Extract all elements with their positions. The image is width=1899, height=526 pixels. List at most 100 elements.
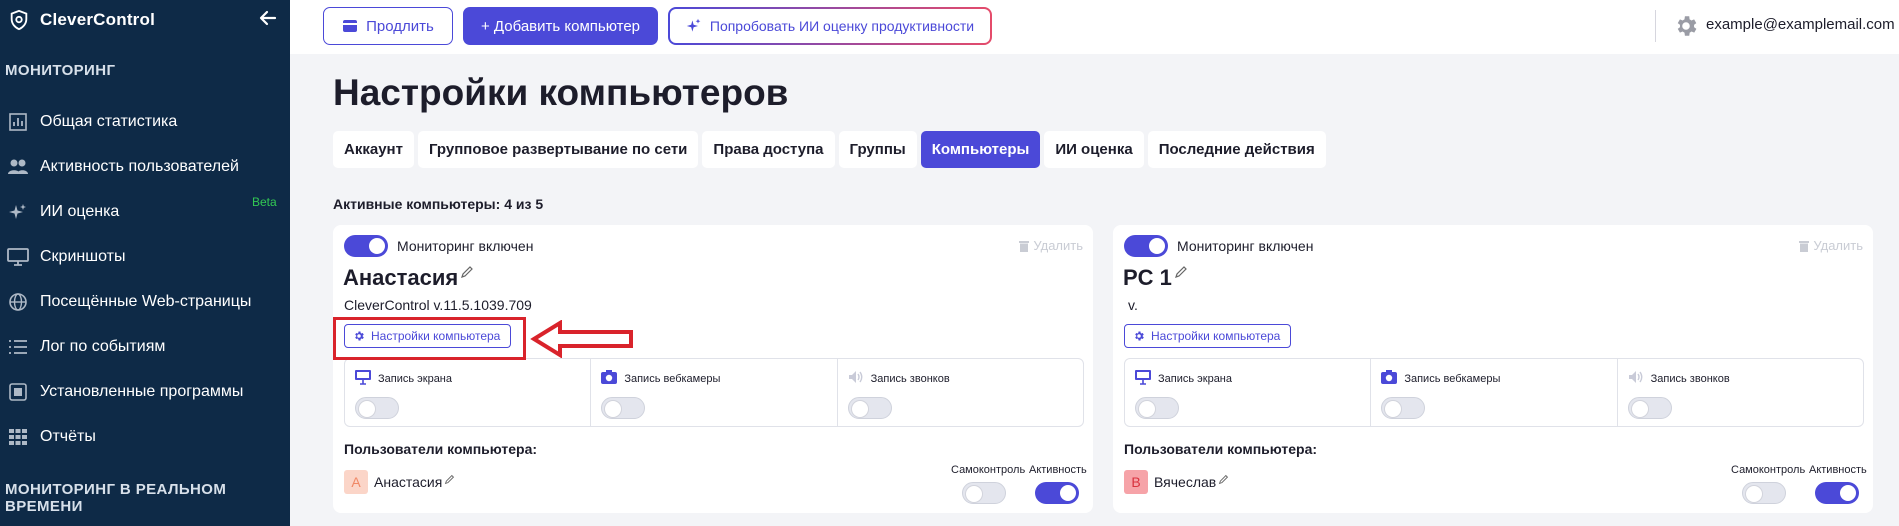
topbar: Продлить + Добавить компьютер Попробоват…: [290, 0, 1899, 54]
grid-icon: [7, 426, 29, 448]
activity-label: Активность: [1029, 464, 1087, 476]
bar-chart-icon: [7, 111, 29, 133]
self-control-toggle[interactable]: [1742, 482, 1786, 504]
tab-access-rights[interactable]: Права доступа: [702, 131, 835, 168]
sidebar: CleverControl МОНИТОРИНГ Общая статистик…: [0, 0, 290, 526]
brand-name: CleverControl: [40, 10, 156, 29]
speaker-icon: [848, 371, 863, 383]
activity-toggle[interactable]: [1815, 482, 1859, 504]
sparkle-icon: [686, 18, 701, 32]
section-title-monitoring: МОНИТОРИНГ: [5, 62, 116, 79]
feature-call-recording: Запись звонков: [838, 359, 1083, 426]
sidebar-item-reports[interactable]: Отчёты: [0, 419, 290, 455]
feature-webcam-recording: Запись вебкамеры: [1371, 359, 1618, 426]
self-control-label: Самоконтроль: [951, 464, 1026, 476]
annotation-arrow-icon: [530, 320, 633, 358]
computer-name: PC 1: [1123, 265, 1188, 291]
computer-users-title: Пользователи компьютера:: [1124, 441, 1318, 457]
sidebar-item-general-stats[interactable]: Общая статистика: [0, 104, 290, 140]
users-icon: [7, 156, 29, 178]
self-control-toggle[interactable]: [962, 482, 1006, 504]
webcam-recording-toggle[interactable]: [1381, 397, 1426, 419]
tab-ai-rating[interactable]: ИИ оценка: [1044, 131, 1144, 168]
feature-webcam-recording: Запись вебкамеры: [591, 359, 838, 426]
computer-version: CleverControl v.11.5.1039.709: [344, 297, 532, 313]
globe-icon: [7, 291, 29, 313]
pencil-icon[interactable]: [444, 474, 455, 485]
sparkle-icon: [7, 201, 29, 223]
self-control-label: Самоконтроль: [1731, 464, 1806, 476]
add-computer-button[interactable]: + Добавить компьютер: [463, 7, 658, 45]
webcam-recording-toggle[interactable]: [601, 397, 646, 419]
activity-toggle[interactable]: [1035, 482, 1079, 504]
brand[interactable]: CleverControl: [8, 8, 155, 32]
camera-icon: [601, 370, 618, 384]
tab-account[interactable]: Аккаунт: [333, 131, 414, 168]
user-name: Анастасия: [374, 474, 455, 490]
divider: [1655, 10, 1656, 42]
credit-card-icon: [343, 20, 358, 32]
user-name: Вячеслав: [1154, 474, 1229, 490]
shield-logo-icon: [10, 9, 28, 31]
tab-recent-actions[interactable]: Последние действия: [1147, 131, 1326, 168]
tab-computers[interactable]: Компьютеры: [920, 131, 1041, 168]
sidebar-item-event-log[interactable]: Лог по событиям: [0, 329, 290, 365]
recording-features: Запись экрана Запись вебкамеры Запись зв…: [344, 358, 1084, 427]
call-recording-toggle[interactable]: [847, 397, 892, 419]
feature-call-recording: Запись звонков: [1618, 359, 1863, 426]
computer-card: Мониторинг включен Удалить Анастасия Cle…: [333, 225, 1093, 513]
monitoring-toggle[interactable]: [1124, 235, 1168, 257]
sidebar-item-screenshots[interactable]: Скриншоты: [0, 239, 290, 275]
computer-settings-button[interactable]: Настройки компьютера: [1124, 324, 1292, 348]
installed-apps-icon: [7, 381, 29, 403]
user-email[interactable]: example@examplemail.com: [1706, 16, 1895, 33]
gear-icon: [1135, 331, 1144, 341]
recording-features: Запись экрана Запись вебкамеры Запись зв…: [1124, 358, 1864, 427]
beta-badge: Beta: [252, 195, 277, 209]
monitoring-label: Мониторинг включен: [1177, 238, 1314, 254]
sidebar-item-web-pages[interactable]: Посещённые Web-страницы: [0, 284, 290, 320]
tabs: Аккаунт Групповое развертывание по сети …: [333, 131, 1326, 168]
avatar: А: [344, 470, 368, 494]
camera-icon: [1381, 370, 1398, 384]
computer-card: Мониторинг включен Удалить PC 1 v. Настр…: [1113, 225, 1873, 513]
extend-button[interactable]: Продлить: [323, 7, 453, 45]
tab-groups[interactable]: Группы: [838, 131, 917, 168]
add-computer-label: + Добавить компьютер: [480, 17, 641, 35]
pencil-icon[interactable]: [1218, 474, 1229, 485]
try-ai-label: Попробовать ИИ оценку продуктивности: [709, 18, 975, 34]
screen-recording-toggle[interactable]: [355, 397, 399, 419]
monitor-icon: [1135, 370, 1151, 385]
arrow-left-icon[interactable]: [258, 8, 278, 28]
sidebar-item-ai-rating[interactable]: ИИ оценка: [0, 194, 290, 230]
avatar: В: [1124, 470, 1148, 494]
active-computers-count: Активные компьютеры: 4 из 5: [333, 196, 544, 212]
screen-recording-toggle[interactable]: [1135, 397, 1179, 419]
computer-name: Анастасия: [343, 265, 474, 291]
annotation-highlight-box: [333, 317, 526, 360]
gear-icon[interactable]: [1673, 13, 1699, 39]
call-recording-toggle[interactable]: [1627, 397, 1672, 419]
page-title: Настройки компьютеров: [333, 72, 789, 113]
try-ai-button[interactable]: Попробовать ИИ оценку продуктивности: [668, 7, 992, 45]
pencil-icon[interactable]: [1174, 265, 1188, 279]
sidebar-item-user-activity[interactable]: Активность пользователей: [0, 149, 290, 185]
activity-label: Активность: [1809, 464, 1867, 476]
tab-group-deploy[interactable]: Групповое развертывание по сети: [417, 131, 699, 168]
delete-button[interactable]: Удалить: [1799, 238, 1863, 253]
extend-button-label: Продлить: [366, 17, 434, 35]
delete-button[interactable]: Удалить: [1019, 238, 1083, 253]
computer-users-title: Пользователи компьютера:: [344, 441, 538, 457]
list-icon: [7, 336, 29, 358]
feature-screen-recording: Запись экрана: [1125, 359, 1372, 426]
monitor-icon: [355, 370, 371, 385]
section-title-realtime: МОНИТОРИНГ В РЕАЛЬНОМ ВРЕМЕНИ: [5, 481, 227, 515]
computer-version: v.: [1128, 297, 1138, 313]
monitoring-label: Мониторинг включен: [397, 238, 534, 254]
trash-icon: [1019, 240, 1030, 252]
pencil-icon[interactable]: [460, 265, 474, 279]
trash-icon: [1799, 240, 1810, 252]
sidebar-item-installed-apps[interactable]: Установленные программы: [0, 374, 290, 410]
monitoring-toggle[interactable]: [344, 235, 388, 257]
speaker-icon: [1628, 371, 1643, 383]
